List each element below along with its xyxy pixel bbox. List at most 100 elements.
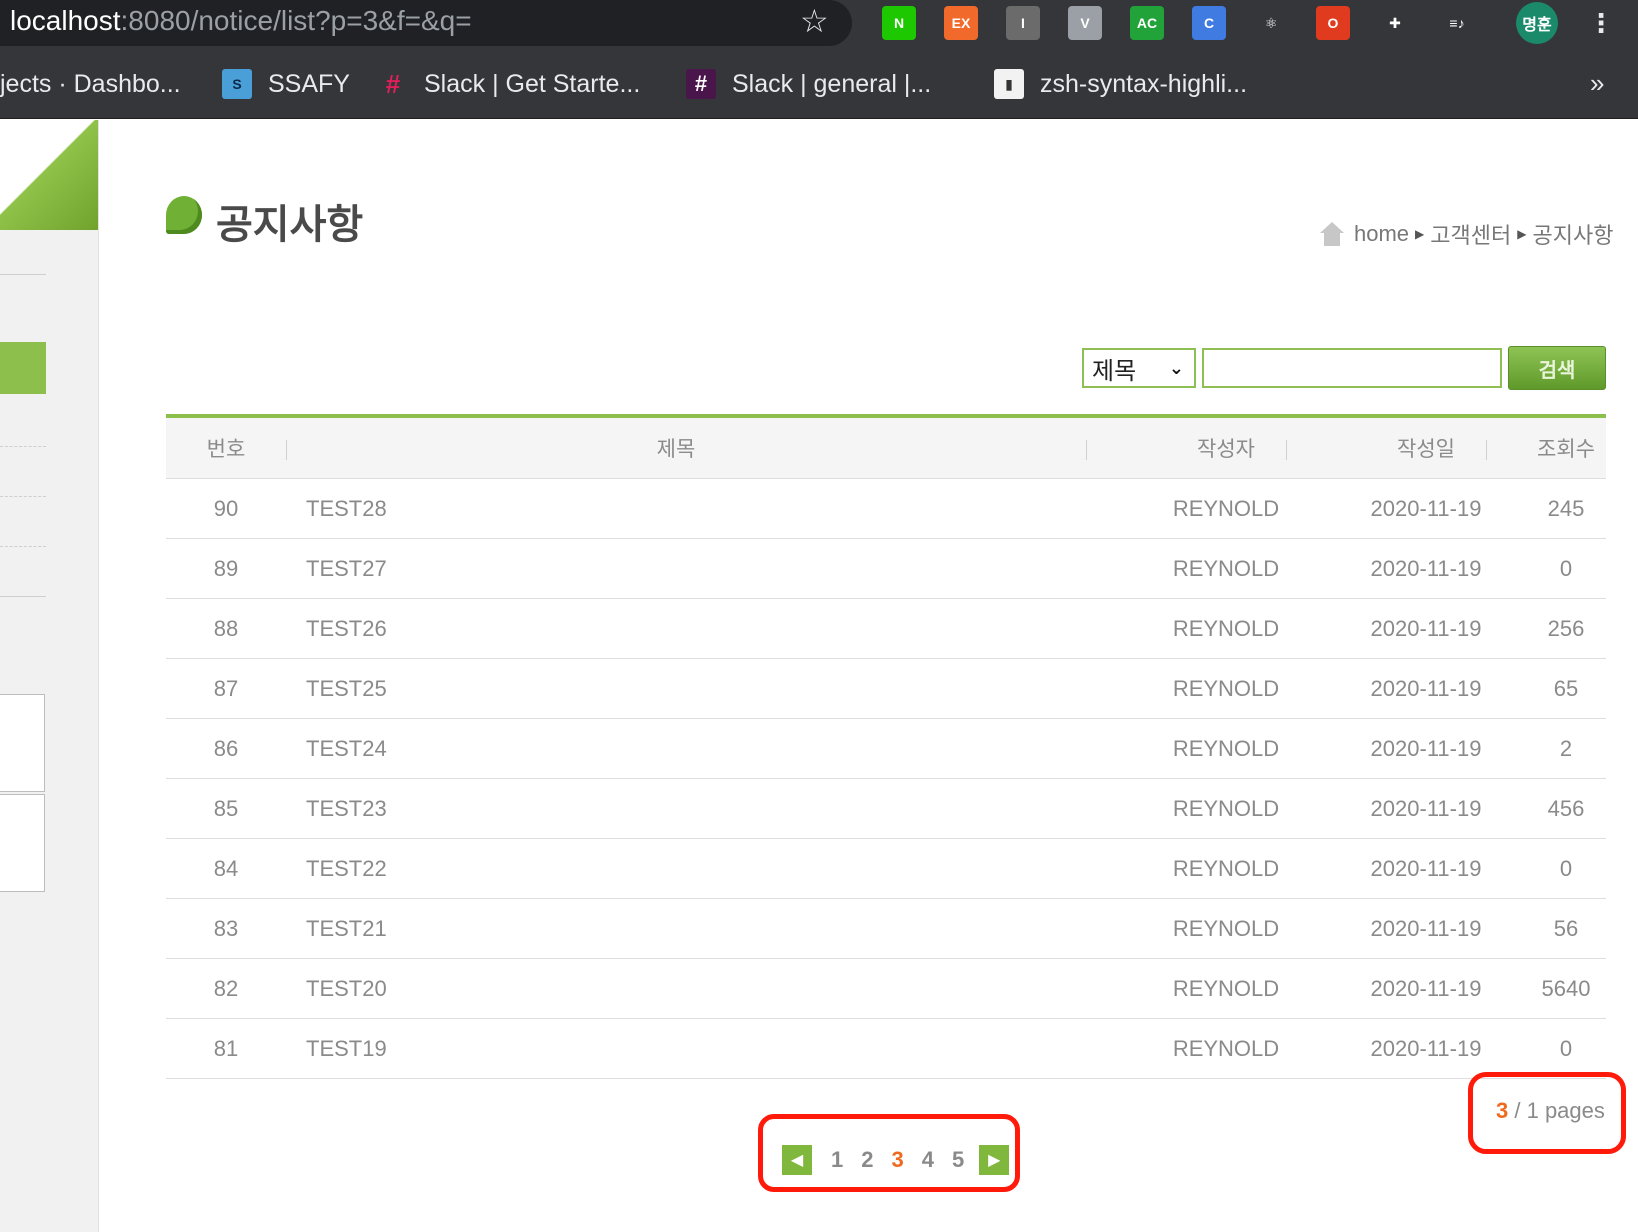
cell-date: 2020-11-19 — [1370, 915, 1482, 941]
table-row[interactable]: 90 TEST28 REYNOLD 2020-11-19 245 — [166, 479, 1606, 539]
table-row[interactable]: 85 TEST23 REYNOLD 2020-11-19 456 — [166, 779, 1606, 839]
header-num: 번호 — [206, 438, 246, 461]
profile-avatar[interactable]: 명훈 — [1516, 2, 1558, 44]
more-menu-icon[interactable]: ⋮ — [1584, 6, 1618, 40]
cell-title[interactable]: TEST24 — [286, 736, 1126, 762]
bookmark-label: Slack | Get Starte... — [424, 69, 641, 98]
extension-label: ✚ — [1389, 14, 1401, 31]
url-text[interactable]: localhost:8080/notice/list?p=3&f=&q= — [10, 5, 472, 37]
extension-label: ≡♪ — [1449, 15, 1465, 31]
page-title: 공지사항 — [216, 202, 364, 248]
react-ext-icon[interactable]: ⚛ — [1254, 6, 1288, 40]
cell-writer: REYNOLD — [1172, 555, 1280, 581]
bookmark-star-icon[interactable]: ☆ — [800, 2, 829, 40]
bookmark-zsh-syntax[interactable]: ▮ zsh-syntax-highli... — [994, 66, 1247, 102]
breadcrumb-home[interactable]: home — [1354, 221, 1409, 247]
next-page-icon[interactable]: ▶ — [979, 1145, 1010, 1175]
header-writer: 작성자 — [1197, 438, 1255, 461]
bookmark-label: SSAFY — [268, 69, 350, 98]
cell-writer: REYNOLD — [1172, 495, 1280, 521]
cell-hit: 456 — [1547, 795, 1585, 821]
table-row[interactable]: 82 TEST20 REYNOLD 2020-11-19 5640 — [166, 959, 1606, 1019]
sidebar-box[interactable] — [0, 694, 45, 792]
sidebar-banner[interactable] — [0, 342, 46, 394]
office-ext-icon[interactable]: O — [1316, 6, 1350, 40]
table-row[interactable]: 86 TEST24 REYNOLD 2020-11-19 2 — [166, 719, 1606, 779]
cell-writer: REYNOLD — [1172, 795, 1280, 821]
cell-writer: REYNOLD — [1172, 675, 1280, 701]
extension-label: O — [1327, 15, 1339, 31]
bookmark-ssafy[interactable]: S SSAFY — [222, 66, 350, 102]
cell-date: 2020-11-19 — [1370, 795, 1482, 821]
table-row[interactable]: 84 TEST22 REYNOLD 2020-11-19 0 — [166, 839, 1606, 899]
bookmarks-bar: jects · Dashbo... S SSAFY # Slack | Get St… — [0, 52, 1638, 119]
cell-title[interactable]: TEST27 — [286, 556, 1126, 582]
i-ext-icon[interactable]: I — [1006, 6, 1040, 40]
bookmarks-overflow-icon[interactable]: » — [1590, 68, 1604, 99]
cell-num: 81 — [213, 1035, 239, 1061]
header-separator — [1286, 440, 1287, 460]
prev-page-icon[interactable]: ◀ — [782, 1145, 812, 1175]
table-row[interactable]: 88 TEST26 REYNOLD 2020-11-19 256 — [166, 599, 1606, 659]
divider — [0, 596, 46, 597]
cell-title[interactable]: TEST19 — [286, 1036, 1126, 1062]
notice-table: 번호 제목 작성자 작성일 조회수 90 TEST28 REYNOLD 2020-11… — [166, 414, 1606, 1079]
search-button[interactable]: 검색 — [1508, 346, 1606, 390]
search-field-select[interactable]: 제목 ⌄ — [1082, 348, 1196, 388]
address-bar[interactable]: localhost:8080/notice/list?p=3&f=&q= ☆ — [0, 0, 852, 46]
cell-title[interactable]: TEST25 — [286, 676, 1126, 702]
bookmark-slack-get-started[interactable]: # Slack | Get Starte... — [378, 66, 641, 102]
table-row[interactable]: 87 TEST25 REYNOLD 2020-11-19 65 — [166, 659, 1606, 719]
sidebar-box[interactable] — [0, 794, 45, 892]
cell-num: 90 — [213, 495, 239, 521]
table-row[interactable]: 81 TEST19 REYNOLD 2020-11-19 0 — [166, 1019, 1606, 1079]
cell-title[interactable]: TEST20 — [286, 976, 1126, 1002]
cell-title[interactable]: TEST28 — [286, 496, 1126, 522]
breadcrumb-customer-center[interactable]: 고객센터 — [1430, 218, 1511, 250]
extension-label: ⚛ — [1264, 14, 1278, 31]
profile-label: 명훈 — [1522, 17, 1552, 34]
naver-ext-icon[interactable]: N — [882, 6, 916, 40]
cell-title[interactable]: TEST23 — [286, 796, 1126, 822]
page-link-1[interactable]: 1 — [831, 1147, 843, 1172]
page-link-5[interactable]: 5 — [952, 1147, 964, 1172]
cell-writer: REYNOLD — [1172, 735, 1280, 761]
ac-ext-icon[interactable]: AC — [1130, 6, 1164, 40]
page-count-total: 1 pages — [1526, 1098, 1605, 1123]
c-ext-icon[interactable]: C — [1192, 6, 1226, 40]
page-link-4[interactable]: 4 — [922, 1147, 934, 1172]
search-input[interactable] — [1202, 348, 1502, 388]
cell-title[interactable]: TEST21 — [286, 916, 1126, 942]
bookmark-slack-general[interactable]: # Slack | general |... — [686, 66, 931, 102]
cell-title[interactable]: TEST26 — [286, 616, 1126, 642]
page-link-3[interactable]: 3 — [892, 1147, 904, 1172]
header-separator — [286, 440, 287, 460]
page-count-current: 3 — [1496, 1098, 1509, 1123]
cell-writer: REYNOLD — [1172, 615, 1280, 641]
vue-ext-icon[interactable]: V — [1068, 6, 1102, 40]
cell-num: 82 — [213, 975, 239, 1001]
cell-num: 89 — [213, 555, 239, 581]
bookmark-dashboard[interactable]: jects · Dashbo... — [0, 66, 181, 102]
header-date: 작성일 — [1397, 438, 1455, 461]
cell-num: 85 — [213, 795, 239, 821]
cell-date: 2020-11-19 — [1370, 1035, 1482, 1061]
bookmark-label: Slack | general |... — [732, 69, 932, 98]
page-link-2[interactable]: 2 — [861, 1147, 873, 1172]
url-host: localhost — [10, 5, 121, 36]
extension-label: V — [1080, 15, 1090, 31]
zsh-favicon-icon: ▮ — [994, 69, 1024, 99]
page-count: 3 / 1 pages — [1496, 1098, 1605, 1124]
extension-label: C — [1203, 15, 1215, 31]
cell-hit: 256 — [1547, 615, 1585, 641]
puzzle-ext-icon[interactable]: ✚ — [1378, 6, 1412, 40]
cell-title[interactable]: TEST22 — [286, 856, 1126, 882]
cell-hit: 0 — [1559, 855, 1573, 881]
table-row[interactable]: 89 TEST27 REYNOLD 2020-11-19 0 — [166, 539, 1606, 599]
table-row[interactable]: 83 TEST21 REYNOLD 2020-11-19 56 — [166, 899, 1606, 959]
title-bullet-icon — [166, 196, 202, 234]
url-path: :8080/notice/list?p=3&f=&q= — [120, 5, 472, 36]
search-field-value: 제목 — [1092, 357, 1137, 385]
ex-ext-icon[interactable]: EX — [944, 6, 978, 40]
playlist-ext-icon[interactable]: ≡♪ — [1440, 6, 1474, 40]
